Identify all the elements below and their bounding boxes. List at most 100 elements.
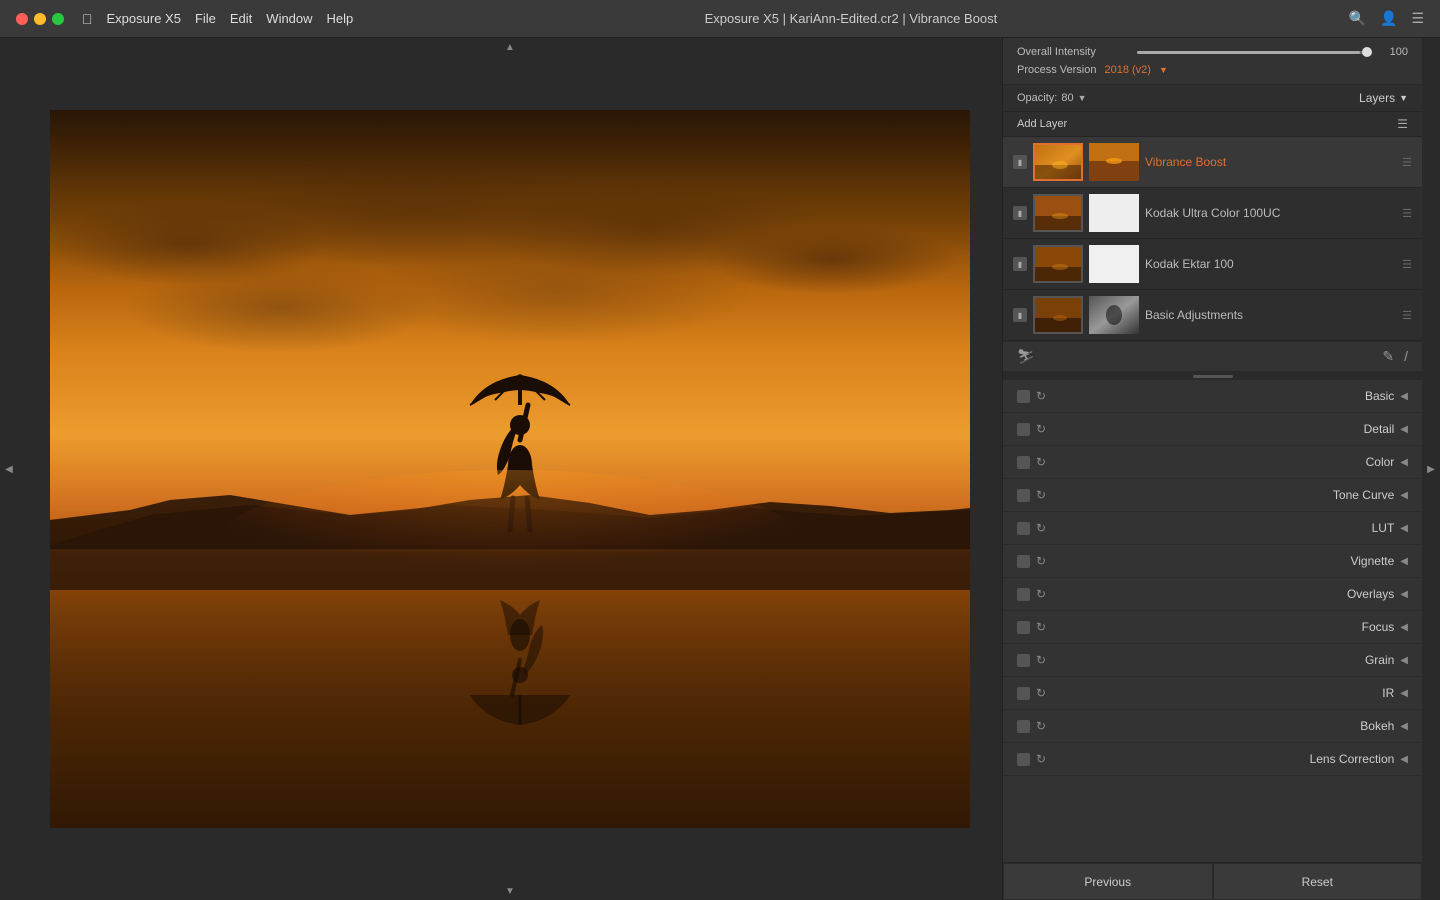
adj-bokeh-checkbox[interactable] (1017, 720, 1030, 733)
adj-basic-arrow-icon: ◀ (1400, 391, 1408, 402)
adj-focus-reset-icon[interactable]: ↻ (1036, 620, 1046, 634)
window-menu[interactable]: Window (266, 11, 312, 26)
photo-frame[interactable] (50, 110, 970, 828)
apple-icon[interactable]:  (82, 11, 93, 27)
right-panel-toggle[interactable]: ▶ (1422, 38, 1440, 900)
adj-detail-checkbox[interactable] (1017, 423, 1030, 436)
adj-basic[interactable]: ↻ Basic ◀ (1003, 380, 1422, 413)
adj-ir[interactable]: ↻ IR ◀ (1003, 677, 1422, 710)
intensity-slider-thumb[interactable] (1362, 47, 1372, 57)
adj-color-checkbox[interactable] (1017, 456, 1030, 469)
adj-overlays-arrow-icon: ◀ (1400, 589, 1408, 600)
adj-color-reset-icon[interactable]: ↻ (1036, 455, 1046, 469)
tools-row: ⛷ ✎ / (1003, 341, 1422, 372)
adj-tone-curve[interactable]: ↻ Tone Curve ◀ (1003, 479, 1422, 512)
layer-preset-thumbnail (1089, 194, 1139, 232)
reset-button[interactable]: Reset (1213, 863, 1423, 900)
titlebar-right: 🔍 👤 ☰ (1349, 10, 1424, 27)
opacity-label: Opacity: (1017, 92, 1057, 104)
layer-name: Kodak Ektar 100 (1145, 257, 1396, 271)
layer-visibility-toggle[interactable]: ▮ (1013, 257, 1027, 271)
adj-focus-checkbox[interactable] (1017, 621, 1030, 634)
help-menu[interactable]: Help (327, 11, 354, 26)
file-menu[interactable]: File (195, 11, 216, 26)
adj-lut-checkbox[interactable] (1017, 522, 1030, 535)
bottom-arrow[interactable]: ▼ (18, 882, 1002, 900)
layer-visibility-toggle[interactable]: ▮ (1013, 206, 1027, 220)
intensity-slider-track[interactable] (1137, 51, 1372, 54)
adj-focus[interactable]: ↻ Focus ◀ (1003, 611, 1422, 644)
adj-grain-checkbox[interactable] (1017, 654, 1030, 667)
previous-button[interactable]: Previous (1003, 863, 1213, 900)
brush-tool[interactable]: ✎ (1382, 348, 1394, 365)
adj-detail-reset-icon[interactable]: ↻ (1036, 422, 1046, 436)
layer-item[interactable]: ▮ (1003, 137, 1422, 188)
layers-header: Opacity: 80 ▼ Layers ▼ (1003, 85, 1422, 112)
layer-menu-icon[interactable]: ☰ (1402, 309, 1412, 322)
adj-color[interactable]: ↻ Color ◀ (1003, 446, 1422, 479)
close-button[interactable] (16, 13, 28, 25)
adj-lens-correction-arrow-icon: ◀ (1400, 754, 1408, 765)
process-label: Process Version (1017, 64, 1096, 76)
app-name-menu[interactable]: Exposure X5 (107, 11, 181, 26)
process-version-value[interactable]: 2018 (v2) (1104, 64, 1150, 76)
intensity-slider-container: 100 (1137, 46, 1408, 58)
adj-ir-reset-icon[interactable]: ↻ (1036, 686, 1046, 700)
layer-item[interactable]: ▮ Kodak Ektar 100 ☰ (1003, 239, 1422, 290)
crop-tool[interactable]: ⛷ (1017, 348, 1035, 365)
adj-bokeh-arrow-icon: ◀ (1400, 721, 1408, 732)
layer-item[interactable]: ▮ (1003, 290, 1422, 341)
layer-preset-thumbnail (1089, 143, 1139, 181)
layer-menu-icon[interactable]: ☰ (1402, 207, 1412, 220)
adj-basic-reset-icon[interactable]: ↻ (1036, 389, 1046, 403)
add-layer-button[interactable]: Add Layer (1017, 118, 1067, 130)
edit-menu[interactable]: Edit (230, 11, 252, 26)
adj-grain[interactable]: ↻ Grain ◀ (1003, 644, 1422, 677)
adj-lens-correction-checkbox[interactable] (1017, 753, 1030, 766)
adj-basic-label: Basic (1056, 389, 1394, 403)
adj-vignette[interactable]: ↻ Vignette ◀ (1003, 545, 1422, 578)
minimize-button[interactable] (34, 13, 46, 25)
adj-basic-checkbox[interactable] (1017, 390, 1030, 403)
eraser-tool[interactable]: / (1404, 348, 1408, 365)
adj-detail[interactable]: ↻ Detail ◀ (1003, 413, 1422, 446)
adj-tone-curve-reset-icon[interactable]: ↻ (1036, 488, 1046, 502)
adj-overlays-reset-icon[interactable]: ↻ (1036, 587, 1046, 601)
adj-bokeh[interactable]: ↻ Bokeh ◀ (1003, 710, 1422, 743)
layer-visibility-toggle[interactable]: ▮ (1013, 308, 1027, 322)
panel-divider[interactable] (1003, 372, 1422, 380)
layer-item[interactable]: ▮ Kodak Ultra Color 100UC ☰ (1003, 188, 1422, 239)
adj-overlays-checkbox[interactable] (1017, 588, 1030, 601)
opacity-value[interactable]: 80 (1061, 92, 1073, 104)
photo-image (50, 110, 970, 828)
adj-color-label: Color (1056, 455, 1394, 469)
adj-lens-correction-reset-icon[interactable]: ↻ (1036, 752, 1046, 766)
adj-lut-reset-icon[interactable]: ↻ (1036, 521, 1046, 535)
left-panel-toggle[interactable]: ◀ (0, 38, 18, 900)
add-layer-menu-icon[interactable]: ☰ (1397, 117, 1408, 131)
adj-tone-curve-checkbox[interactable] (1017, 489, 1030, 502)
traffic-lights (16, 13, 64, 25)
layer-menu-icon[interactable]: ☰ (1402, 258, 1412, 271)
avatar-icon[interactable]: 👤 (1380, 10, 1397, 27)
search-icon[interactable]: 🔍 (1349, 10, 1366, 27)
adj-vignette-reset-icon[interactable]: ↻ (1036, 554, 1046, 568)
layers-chevron-icon[interactable]: ▼ (1399, 93, 1408, 103)
adj-vignette-checkbox[interactable] (1017, 555, 1030, 568)
titlebar-left:  Exposure X5 File Edit Window Help (16, 11, 353, 27)
adj-lens-correction[interactable]: ↻ Lens Correction ◀ (1003, 743, 1422, 776)
opacity-chevron-icon[interactable]: ▼ (1078, 93, 1087, 103)
process-chevron-icon[interactable]: ▼ (1159, 65, 1168, 75)
top-arrow[interactable]: ▲ (18, 38, 1002, 56)
adj-grain-reset-icon[interactable]: ↻ (1036, 653, 1046, 667)
menu-icon[interactable]: ☰ (1411, 10, 1424, 27)
adj-ir-label: IR (1056, 686, 1394, 700)
adj-overlays[interactable]: ↻ Overlays ◀ (1003, 578, 1422, 611)
adj-ir-checkbox[interactable] (1017, 687, 1030, 700)
adj-bokeh-reset-icon[interactable]: ↻ (1036, 719, 1046, 733)
adj-overlays-label: Overlays (1056, 587, 1394, 601)
fullscreen-button[interactable] (52, 13, 64, 25)
adj-lut[interactable]: ↻ LUT ◀ (1003, 512, 1422, 545)
layer-visibility-toggle[interactable]: ▮ (1013, 155, 1027, 169)
layer-menu-icon[interactable]: ☰ (1402, 156, 1412, 169)
